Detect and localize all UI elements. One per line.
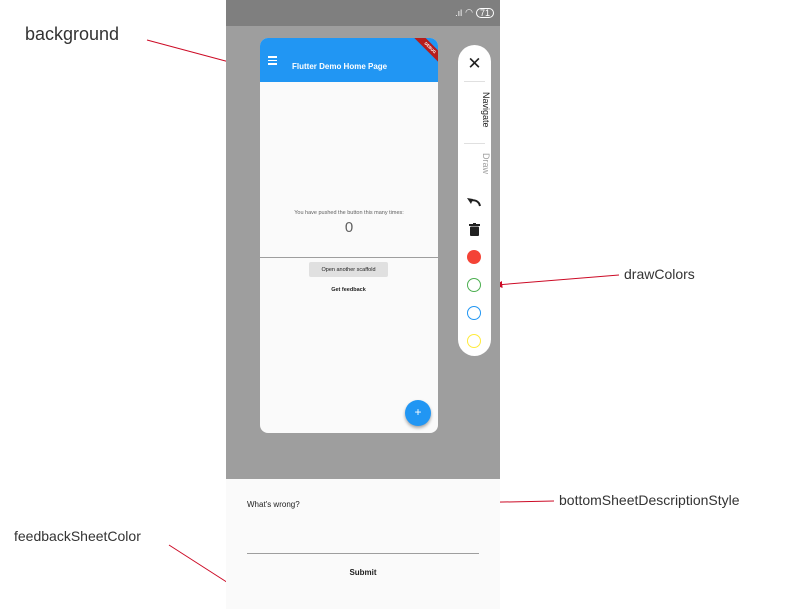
draw-color-red[interactable]	[467, 250, 481, 264]
content-divider	[260, 257, 438, 258]
menu-icon[interactable]	[268, 56, 277, 67]
trash-icon[interactable]	[468, 223, 481, 236]
debug-banner: DEBUG	[411, 38, 438, 67]
signal-icon: .ıl	[455, 7, 463, 18]
toolbar-divider	[464, 143, 485, 144]
close-icon[interactable]: ✕	[458, 54, 491, 74]
feedback-description: What's wrong?	[247, 500, 300, 509]
status-bar: .ıl ◠ 71	[226, 0, 500, 26]
draw-color-green[interactable]	[467, 278, 481, 292]
wifi-icon: ◠	[465, 7, 473, 17]
app-bar: Flutter Demo Home Page DEBUG	[260, 38, 438, 82]
toolbar-divider	[464, 81, 485, 82]
counter-value: 0	[344, 219, 354, 236]
counter-caption: You have pushed the button this many tim…	[294, 210, 404, 216]
draw-color-yellow[interactable]	[467, 334, 481, 348]
annotation-background: background	[25, 24, 120, 44]
draw-colors-arrow	[495, 274, 620, 288]
draw-mode-button[interactable]: Draw	[458, 153, 491, 174]
background-arrow	[146, 39, 234, 65]
annotation-draw-colors: drawColors	[624, 266, 695, 282]
annotation-bottom-sheet-description-style: bottomSheetDescriptionStyle	[559, 492, 740, 508]
phone-frame: .ıl ◠ 71 Flutter Demo Home Page DEBUG Yo…	[226, 0, 500, 609]
increment-fab[interactable]: +	[405, 400, 431, 426]
get-feedback-button[interactable]: Get feedback	[309, 284, 388, 296]
open-another-scaffold-button[interactable]: Open another scaffold	[309, 262, 388, 277]
app-screen-preview[interactable]: Flutter Demo Home Page DEBUG You have pu…	[260, 38, 438, 433]
battery-icon: 71	[475, 7, 494, 18]
navigate-mode-button[interactable]: Navigate	[458, 92, 491, 128]
annotation-feedback-sheet-color: feedbackSheetColor	[14, 528, 141, 544]
app-bar-title: Flutter Demo Home Page	[292, 62, 388, 71]
feedback-toolbar: ✕ Navigate Draw	[458, 45, 491, 356]
feedback-text-field[interactable]	[247, 553, 479, 554]
submit-button[interactable]: Submit	[226, 565, 500, 579]
undo-icon[interactable]	[466, 196, 483, 208]
status-icons: .ıl ◠ 71	[455, 7, 494, 18]
feedback-sheet: What's wrong? Submit	[226, 479, 500, 609]
draw-color-blue[interactable]	[467, 306, 481, 320]
